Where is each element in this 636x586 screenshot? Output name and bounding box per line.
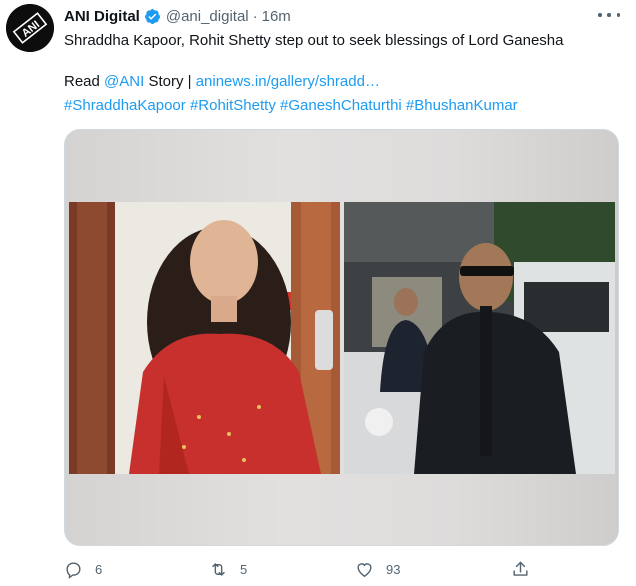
tweet-text: Shraddha Kapoor, Rohit Shetty step out t… <box>64 32 564 49</box>
hashtag-link[interactable]: #RohitShetty <box>190 97 276 114</box>
more-options-icon[interactable] <box>598 7 620 23</box>
ani-logo-icon: ANI <box>6 4 54 52</box>
hashtag-line: #ShraddhaKapoor #RohitShetty #GaneshChat… <box>64 96 518 116</box>
read-story-line: Read @ANI Story | aninews.in/gallery/shr… <box>64 72 380 92</box>
user-handle[interactable]: @ani_digital <box>166 8 249 25</box>
like-icon <box>357 563 372 578</box>
reply-button[interactable]: 6 <box>64 560 102 579</box>
avatar[interactable]: ANI <box>6 4 54 52</box>
share-button[interactable] <box>511 560 530 579</box>
hashtag-link[interactable]: #GaneshChaturthi <box>280 97 402 114</box>
hashtag-link[interactable]: #BhushanKumar <box>406 97 518 114</box>
verified-badge-icon <box>144 8 160 24</box>
read-suffix: Story | <box>148 73 192 90</box>
tweet-header: ANI Digital @ani_digital · 16m <box>64 5 291 27</box>
timestamp[interactable]: 16m <box>262 8 291 25</box>
tweet-card[interactable]: ANI ANI Digital @ani_digital · 16m Shrad… <box>0 0 636 586</box>
media-image[interactable] <box>64 129 619 546</box>
retweet-button[interactable]: 5 <box>209 560 247 579</box>
separator: · <box>252 7 258 25</box>
reply-icon <box>66 562 81 579</box>
like-count: 93 <box>386 562 401 577</box>
share-icon <box>513 561 528 576</box>
retweet-count: 5 <box>240 562 248 577</box>
photo-right <box>344 202 615 474</box>
read-prefix: Read <box>64 73 100 90</box>
article-link[interactable]: aninews.in/gallery/shradd… <box>196 73 380 90</box>
reply-count: 6 <box>95 562 103 577</box>
retweet-icon <box>212 563 225 576</box>
like-button[interactable]: 93 <box>355 560 400 579</box>
display-name[interactable]: ANI Digital <box>64 8 140 25</box>
hashtag-link[interactable]: #ShraddhaKapoor <box>64 97 186 114</box>
photo-left <box>69 202 340 474</box>
tweet-actions: 6 5 93 <box>0 560 636 584</box>
mention-link[interactable]: @ANI <box>104 73 144 90</box>
